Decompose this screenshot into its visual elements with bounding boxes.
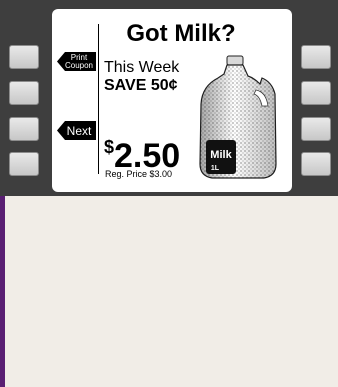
jug-label-sub-text: 1L xyxy=(211,165,220,172)
display-screen: Print Coupon Next Got Milk? This Week SA… xyxy=(52,9,292,192)
right-hardware-button-1[interactable] xyxy=(301,45,331,69)
left-hardware-button-1[interactable] xyxy=(9,45,39,69)
left-hardware-button-4[interactable] xyxy=(9,152,39,176)
print-coupon-label-line2: Coupon xyxy=(64,60,94,70)
right-hardware-button-2[interactable] xyxy=(301,81,331,105)
promo-line-2: SAVE 50¢ xyxy=(104,77,178,94)
next-softkey[interactable]: Next xyxy=(57,121,96,140)
regular-price: Reg. Price $3.00 xyxy=(105,169,173,179)
print-coupon-softkey[interactable]: Print Coupon xyxy=(57,52,96,71)
left-hardware-button-2[interactable] xyxy=(9,81,39,105)
jug-label-text: Milk xyxy=(210,149,232,161)
next-softkey-label: Next xyxy=(66,123,92,138)
kiosk-panel: Print Coupon Next Got Milk? This Week SA… xyxy=(0,0,338,196)
promo-line-1: This Week xyxy=(104,59,180,76)
ad-title: Got Milk? xyxy=(126,20,236,47)
right-hardware-button-3[interactable] xyxy=(301,117,331,141)
accent-strip-bottom xyxy=(0,196,5,387)
milk-jug-image: Milk 1L xyxy=(199,55,277,179)
left-hardware-button-3[interactable] xyxy=(9,117,39,141)
price-currency-symbol: $ xyxy=(104,137,115,157)
right-hardware-button-4[interactable] xyxy=(301,152,331,176)
